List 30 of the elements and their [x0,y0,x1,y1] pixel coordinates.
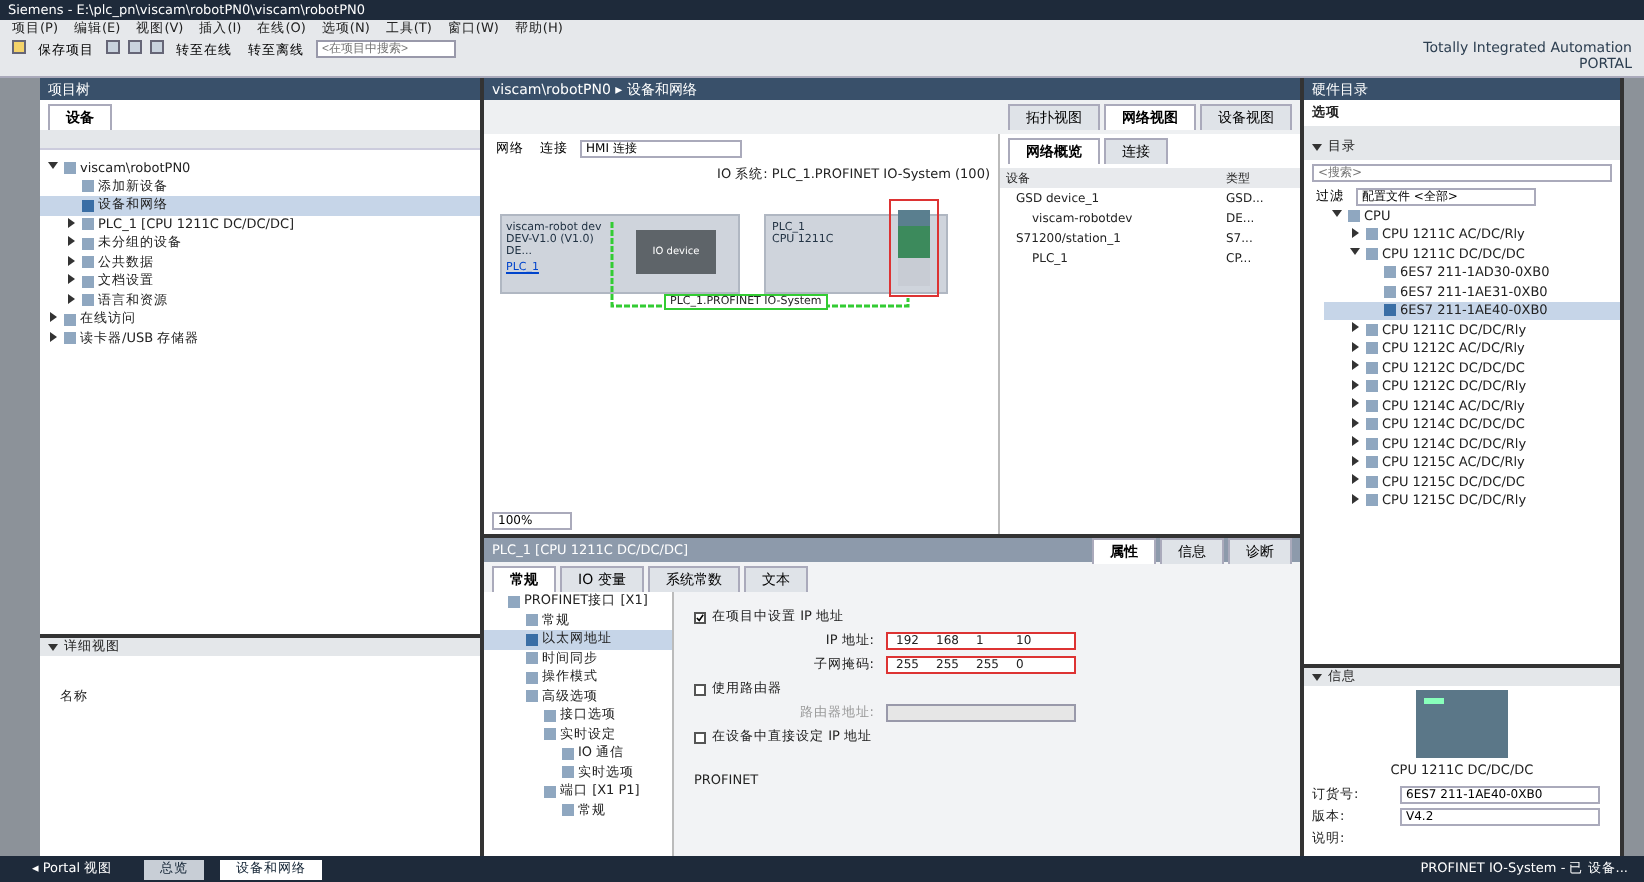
caret-icon[interactable] [1350,341,1360,352]
caret-icon[interactable] [1350,379,1360,390]
caret-icon[interactable] [1350,360,1360,371]
caret-icon[interactable] [1350,493,1360,504]
caret-icon[interactable] [1312,142,1322,152]
caret-icon[interactable] [66,274,76,285]
caret-icon[interactable] [1350,246,1360,257]
caret-icon[interactable] [1350,436,1360,447]
cpu-device-image [1416,690,1508,758]
caret-icon[interactable] [1350,322,1360,333]
caret-icon[interactable] [48,331,58,342]
checkbox[interactable] [694,731,706,743]
checkbox[interactable] [694,611,706,623]
caret-icon[interactable] [48,312,58,323]
caret-icon[interactable] [1332,208,1342,219]
caret-icon[interactable] [66,293,76,304]
caret-icon[interactable] [48,642,58,652]
caret-icon[interactable] [66,255,76,266]
cpu-module-drawing [888,198,940,298]
caret-icon[interactable] [1350,398,1360,409]
caret-icon[interactable] [66,217,76,228]
caret-icon[interactable] [66,236,76,247]
caret-icon[interactable] [1312,672,1322,682]
caret-icon[interactable] [1350,417,1360,428]
caret-icon[interactable] [48,160,58,171]
caret-icon[interactable] [1350,474,1360,485]
caret-icon[interactable] [1350,455,1360,466]
router-address-field[interactable] [886,704,1076,722]
checkbox[interactable] [694,683,706,695]
caret-icon[interactable] [1350,227,1360,238]
